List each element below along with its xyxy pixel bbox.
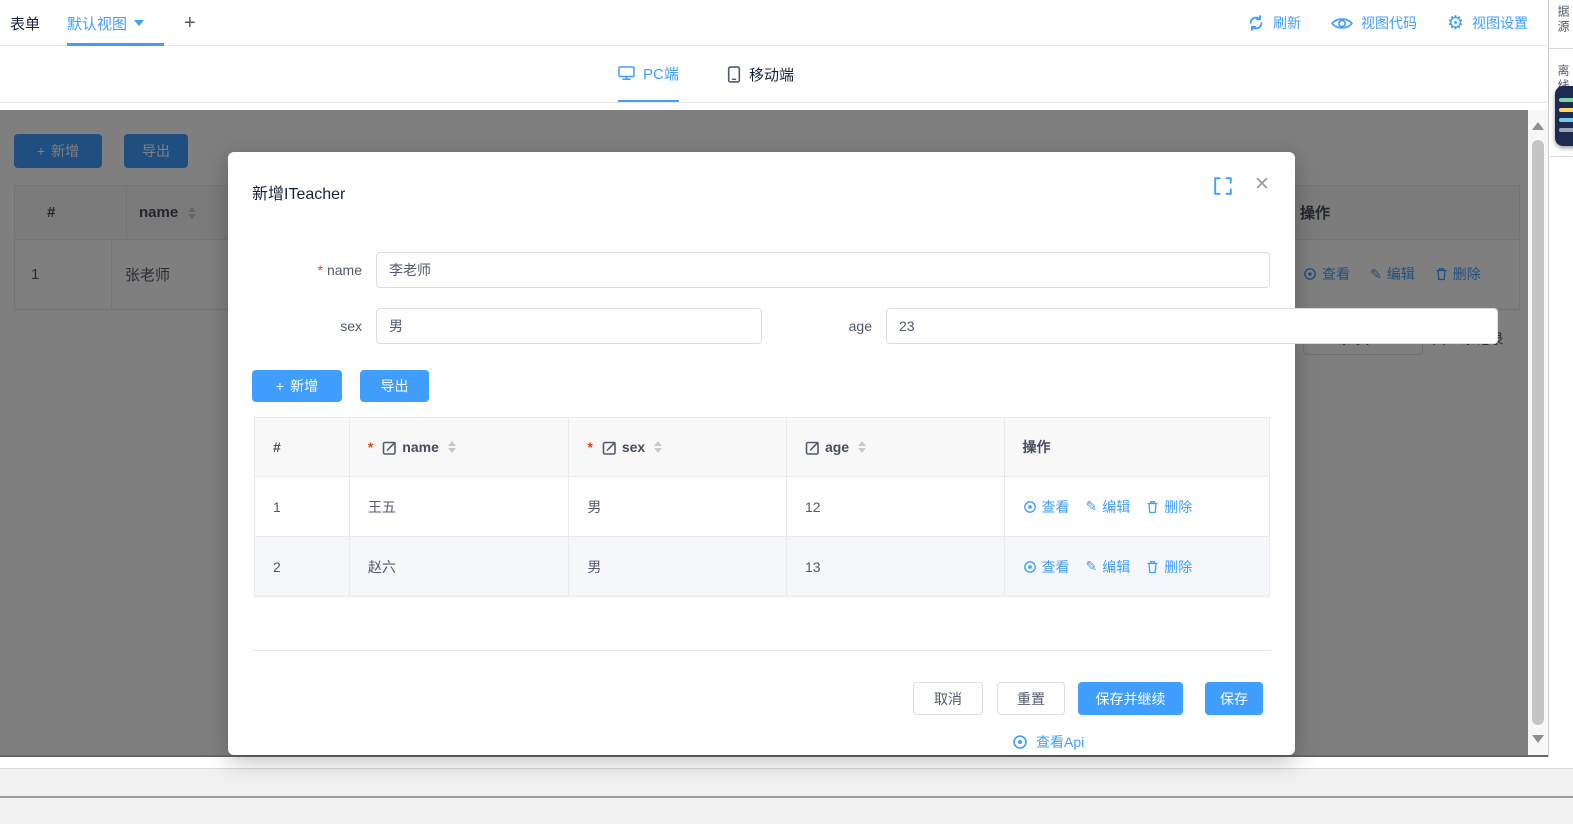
mobile-icon bbox=[727, 66, 741, 83]
page: 表单 默认视图 + 刷新 视图代码 ⚙ 视图设置 bbox=[0, 0, 1573, 824]
view-api-link[interactable]: 查看Api bbox=[1012, 732, 1084, 752]
editable-icon bbox=[382, 440, 397, 455]
view-code-label: 视图代码 bbox=[1361, 13, 1417, 33]
table-row: 1 王五 男 12 查看 ✎ 编辑 bbox=[255, 476, 1269, 536]
age-field-label: age bbox=[788, 316, 872, 336]
bottom-band bbox=[0, 768, 1573, 796]
row-view-link[interactable]: 查看 bbox=[1023, 497, 1070, 517]
tab-default-view-label: 默认视图 bbox=[67, 13, 127, 34]
edit-icon: ✎ bbox=[1086, 558, 1098, 575]
monitor-icon bbox=[618, 65, 635, 81]
divider bbox=[1549, 48, 1573, 49]
device-tab-bar: PC端 移动端 bbox=[0, 46, 1548, 103]
view-settings-label: 视图设置 bbox=[1472, 13, 1528, 33]
modal-export-label: 导出 bbox=[381, 376, 409, 396]
cancel-button[interactable]: 取消 bbox=[913, 682, 983, 715]
top-bar: 表单 默认视图 + 刷新 视图代码 ⚙ 视图设置 bbox=[0, 0, 1548, 46]
side-tab-datasource[interactable]: 据源 bbox=[1555, 5, 1572, 35]
add-view-tab[interactable]: + bbox=[184, 0, 196, 46]
sex-field-label: sex bbox=[248, 316, 362, 336]
chevron-down-icon bbox=[134, 20, 144, 26]
col-sex: * sex bbox=[569, 418, 787, 476]
content-bottom-border bbox=[0, 755, 1548, 757]
view-icon bbox=[1023, 500, 1037, 514]
topbar-actions: 刷新 视图代码 ⚙ 视图设置 bbox=[1247, 0, 1528, 46]
age-input[interactable] bbox=[886, 308, 1498, 344]
save-and-continue-button[interactable]: 保存并继续 bbox=[1078, 682, 1183, 715]
save-button[interactable]: 保存 bbox=[1205, 682, 1263, 715]
eye-icon bbox=[1331, 16, 1353, 31]
eye-icon bbox=[1012, 734, 1028, 750]
close-icon[interactable]: ✕ bbox=[1250, 172, 1274, 196]
required-mark: * bbox=[368, 439, 373, 455]
name-field-label: * name bbox=[248, 260, 362, 280]
floating-widget-icon[interactable] bbox=[1555, 86, 1573, 146]
scroll-down-arrow[interactable] bbox=[1532, 735, 1544, 743]
tab-mobile-label: 移动端 bbox=[749, 64, 794, 85]
form-label: 表单 bbox=[10, 0, 40, 46]
modal-add-button[interactable]: + 新增 bbox=[252, 370, 342, 402]
name-input[interactable] bbox=[376, 252, 1270, 288]
editable-icon bbox=[805, 440, 820, 455]
trash-icon bbox=[1146, 500, 1159, 514]
tab-pc-label: PC端 bbox=[643, 63, 679, 84]
modal-table-header: # * name * sex age 操作 bbox=[255, 418, 1269, 476]
right-side-panel: 据源 离线资源 bbox=[1548, 0, 1573, 757]
tab-pc[interactable]: PC端 bbox=[618, 46, 679, 102]
modal-export-button[interactable]: 导出 bbox=[360, 370, 429, 402]
col-age: age bbox=[787, 418, 1005, 476]
sex-input[interactable] bbox=[376, 308, 762, 344]
modal-title: 新增ITeacher bbox=[252, 180, 345, 204]
trash-icon bbox=[1146, 560, 1159, 574]
edit-icon: ✎ bbox=[1086, 498, 1098, 515]
sort-icon[interactable] bbox=[654, 441, 662, 453]
divider bbox=[1549, 156, 1573, 157]
modal-add-label: 新增 bbox=[290, 376, 318, 396]
required-mark: * bbox=[318, 262, 323, 278]
row-actions: 查看 ✎ 编辑 删除 bbox=[1023, 497, 1193, 517]
col-index: # bbox=[255, 418, 350, 476]
row-delete-link[interactable]: 删除 bbox=[1146, 497, 1192, 517]
refresh-icon bbox=[1247, 14, 1265, 32]
col-actions: 操作 bbox=[1005, 418, 1269, 476]
sort-icon[interactable] bbox=[448, 441, 456, 453]
view-icon bbox=[1023, 560, 1037, 574]
row-edit-link[interactable]: ✎ 编辑 bbox=[1086, 497, 1131, 517]
plus-icon: + bbox=[276, 378, 284, 394]
tab-default-view[interactable]: 默认视图 bbox=[67, 0, 144, 46]
required-mark: * bbox=[587, 439, 592, 455]
col-name: * name bbox=[350, 418, 570, 476]
tab-mobile[interactable]: 移动端 bbox=[727, 46, 794, 102]
view-code-button[interactable]: 视图代码 bbox=[1331, 13, 1417, 33]
sort-icon[interactable] bbox=[858, 441, 866, 453]
add-teacher-modal: 新增ITeacher ✕ * name sex age + 新增 导出 bbox=[228, 152, 1295, 755]
refresh-button[interactable]: 刷新 bbox=[1247, 13, 1301, 33]
refresh-label: 刷新 bbox=[1273, 13, 1301, 33]
modal-table: # * name * sex age 操作 bbox=[254, 417, 1270, 597]
table-row: 2 赵六 男 13 查看 ✎ 编辑 bbox=[255, 536, 1269, 596]
gear-icon: ⚙ bbox=[1447, 14, 1464, 33]
scrollbar-thumb[interactable] bbox=[1532, 140, 1544, 725]
editable-icon bbox=[602, 440, 617, 455]
row-edit-link[interactable]: ✎ 编辑 bbox=[1086, 557, 1131, 577]
fullscreen-icon[interactable] bbox=[1213, 176, 1233, 196]
vertical-scrollbar[interactable] bbox=[1528, 110, 1548, 755]
scroll-up-arrow[interactable] bbox=[1532, 122, 1544, 130]
view-settings-button[interactable]: ⚙ 视图设置 bbox=[1447, 13, 1528, 33]
divider bbox=[252, 650, 1271, 651]
reset-button[interactable]: 重置 bbox=[997, 682, 1065, 715]
row-actions: 查看 ✎ 编辑 删除 bbox=[1023, 557, 1193, 577]
bottom-gap bbox=[0, 757, 1573, 768]
row-view-link[interactable]: 查看 bbox=[1023, 557, 1070, 577]
row-delete-link[interactable]: 删除 bbox=[1146, 557, 1192, 577]
bottom-band bbox=[0, 798, 1573, 824]
